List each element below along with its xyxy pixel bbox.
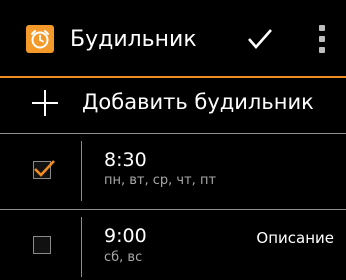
alarm-enabled-checkbox[interactable] (33, 160, 55, 179)
alarm-days: сб, вс (104, 250, 143, 265)
add-alarm-button[interactable]: Добавить будильник (0, 78, 346, 132)
add-alarm-label: Добавить будильник (82, 90, 314, 114)
row-separator (81, 141, 82, 201)
alarm-screen: Будильник Добавить будильник 8:30 пн, вт… (0, 0, 346, 280)
alarm-description: Описание (256, 229, 334, 247)
alarm-time: 8:30 (104, 149, 147, 171)
row-separator (81, 217, 82, 277)
plus-icon (32, 90, 58, 116)
alarm-time: 9:00 (104, 225, 147, 247)
overflow-menu-icon (319, 25, 325, 31)
orange-check-icon (34, 160, 55, 177)
overflow-menu-button[interactable] (312, 22, 332, 56)
checkmark-icon (248, 29, 272, 49)
confirm-button[interactable] (243, 24, 277, 54)
alarm-days: пн, вт, ср, чт, пт (104, 173, 217, 188)
alarm-clock-icon (26, 25, 54, 53)
alarm-row[interactable]: 8:30 пн, вт, ср, чт, пт (0, 134, 346, 208)
app-title: Будильник (70, 27, 197, 52)
alarm-row[interactable]: 9:00 сб, вс Описание (0, 210, 346, 280)
alarm-enabled-checkbox[interactable] (33, 236, 51, 254)
action-bar: Будильник (0, 0, 346, 77)
